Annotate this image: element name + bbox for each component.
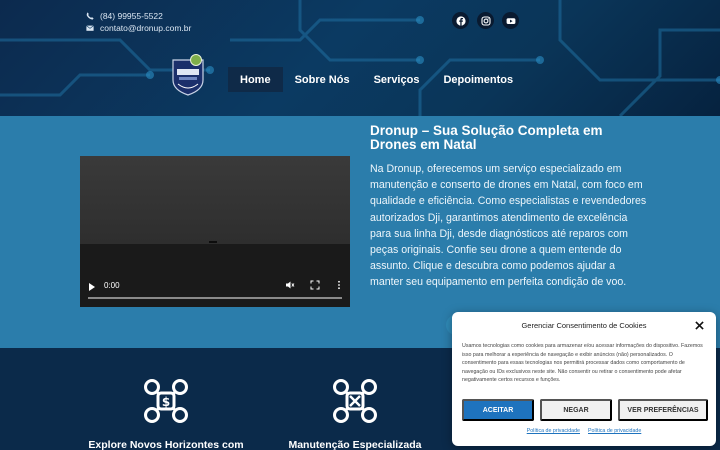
video-controls: 0:00: [80, 267, 350, 307]
close-icon[interactable]: [695, 321, 704, 330]
video-time: 0:00: [104, 281, 120, 290]
video-drone-speck: [209, 241, 217, 243]
video-player[interactable]: 0:00: [80, 156, 350, 307]
main-nav: Home Sobre Nós Serviços Depoimentos: [228, 67, 525, 92]
envelope-icon: [86, 25, 94, 31]
cookie-title: Gerenciar Consentimento de Cookies: [521, 321, 647, 330]
privacy-policy-link[interactable]: Política de privacidade: [527, 428, 580, 434]
video-progress-bar[interactable]: [88, 297, 342, 299]
site-header: (84) 99955-5522 contato@dronup.com.br Ho…: [0, 0, 720, 116]
facebook-icon[interactable]: [452, 12, 469, 29]
drone-tools-icon: [333, 379, 377, 423]
more-options-icon[interactable]: [334, 280, 344, 290]
instagram-icon[interactable]: [477, 12, 494, 29]
nav-home[interactable]: Home: [228, 67, 283, 92]
dronup-logo[interactable]: [170, 54, 206, 96]
accept-button[interactable]: ACEITAR: [462, 399, 534, 421]
youtube-icon[interactable]: [502, 12, 519, 29]
social-links: [452, 12, 519, 29]
play-icon[interactable]: [89, 283, 95, 291]
hero-title: Dronup – Sua Solução Completa em Drones …: [370, 123, 603, 152]
feature-title: Explore Novos Horizontes com: [88, 439, 244, 450]
nav-depoimentos[interactable]: Depoimentos: [431, 67, 525, 92]
hero-description: Na Dronup, oferecemos um serviço especia…: [370, 163, 647, 289]
fullscreen-icon[interactable]: [310, 280, 320, 290]
email-text: contato@dronup.com.br: [100, 23, 192, 33]
cookie-description: Usamos tecnologias como cookies para arm…: [462, 343, 703, 384]
cookie-links: Política de privacidade Política de priv…: [452, 428, 716, 434]
phone-text: (84) 99955-5522: [100, 11, 163, 21]
nav-servicos[interactable]: Serviços: [362, 67, 432, 92]
feature-card-maintenance: Manutenção Especializada: [255, 378, 455, 450]
nav-sobre-nos[interactable]: Sobre Nós: [283, 67, 362, 92]
cookie-consent-modal: Gerenciar Consentimento de Cookies Usamo…: [452, 312, 716, 446]
header-email[interactable]: contato@dronup.com.br: [86, 23, 191, 33]
video-frame: [80, 156, 350, 244]
header-phone[interactable]: (84) 99955-5522: [86, 11, 163, 21]
phone-icon: [86, 12, 94, 20]
feature-card-explore: $ Explore Novos Horizontes com: [66, 378, 266, 450]
deny-button[interactable]: NEGAR: [540, 399, 612, 421]
preferences-button[interactable]: VER PREFERÊNCIAS: [618, 399, 708, 421]
privacy-policy-link[interactable]: Política de privacidade: [588, 428, 641, 434]
drone-money-icon: $: [144, 379, 188, 423]
mute-icon[interactable]: [285, 280, 295, 290]
svg-text:$: $: [162, 395, 170, 409]
feature-title: Manutenção Especializada: [288, 439, 422, 450]
